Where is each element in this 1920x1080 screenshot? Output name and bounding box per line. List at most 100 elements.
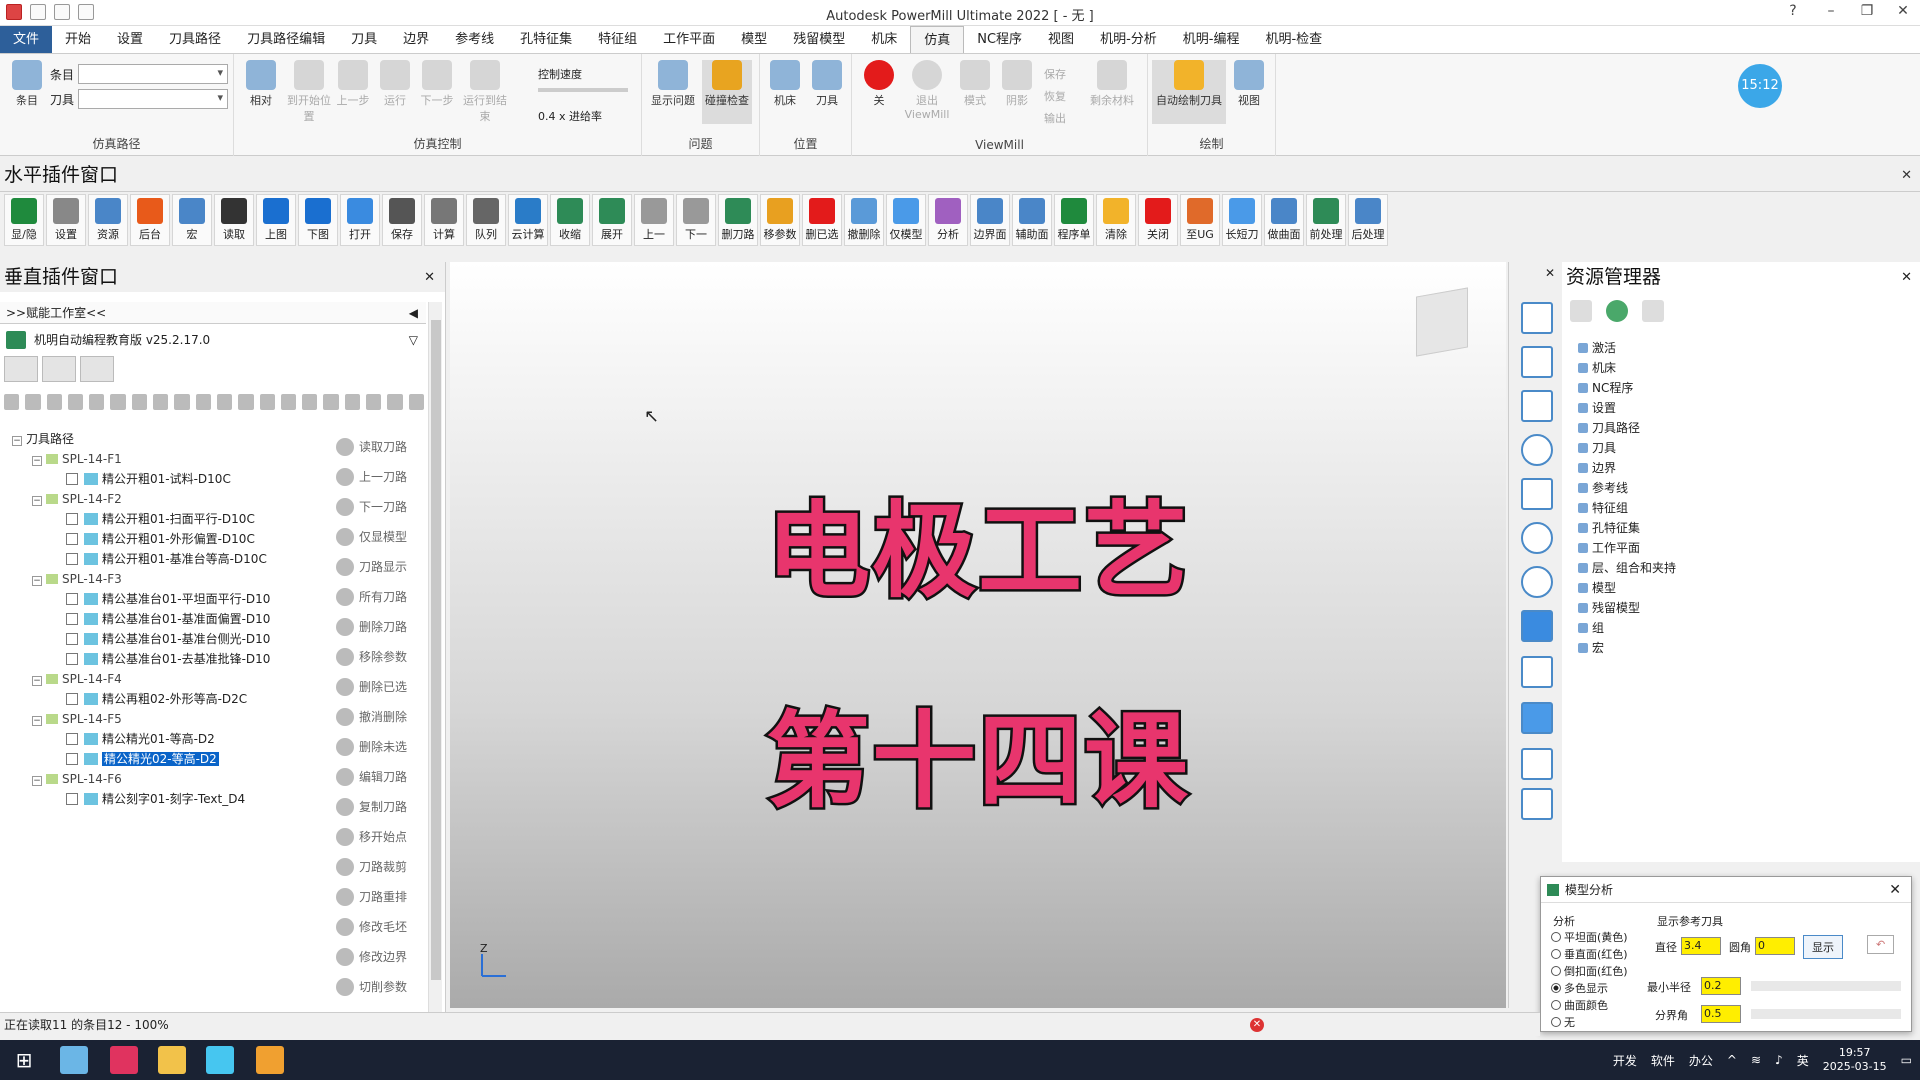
relative-button[interactable]: 相对 — [242, 60, 280, 108]
taskbar-powermill[interactable] — [256, 1046, 284, 1074]
start-icon[interactable]: ⊞ — [10, 1046, 38, 1074]
toolbar-button-22[interactable]: 分析 — [928, 194, 968, 246]
resource-item-2[interactable]: NC程序 — [1574, 378, 1676, 398]
select-arrow-icon[interactable] — [1521, 748, 1553, 780]
taskbar-app-3[interactable] — [206, 1046, 234, 1074]
toolbar-button-7[interactable]: 下图 — [298, 194, 338, 246]
toolbar-button-16[interactable]: 下一 — [676, 194, 716, 246]
tree-item[interactable]: 精公基准台01-去基准批锋-D10 — [66, 650, 270, 668]
zoom-fit-icon[interactable] — [1521, 566, 1553, 598]
toolbar-button-13[interactable]: 收缩 — [550, 194, 590, 246]
minimize-button[interactable]: – — [1816, 3, 1846, 23]
tree-item[interactable]: 精公再粗02-外形等高-D2C — [66, 690, 247, 708]
op-button-18[interactable]: 切削参数 — [336, 972, 426, 1002]
tree-item[interactable]: 精公精光01-等高-D2 — [66, 730, 215, 748]
op-button-11[interactable]: 编辑刀路 — [336, 762, 426, 792]
op-button-16[interactable]: 修改毛坯 — [336, 912, 426, 942]
tree-tool-icon-19[interactable] — [408, 394, 424, 410]
menu-tab-1[interactable]: 开始 — [52, 26, 104, 53]
menu-tab-7[interactable]: 参考线 — [442, 26, 507, 53]
op-button-13[interactable]: 移开始点 — [336, 822, 426, 852]
toolbar-button-17[interactable]: 删刀路 — [718, 194, 758, 246]
tree-tool-icon-15[interactable] — [323, 394, 339, 410]
volume-icon[interactable]: ♪ — [1775, 1053, 1783, 1067]
tab-tools[interactable] — [42, 356, 76, 382]
item-button[interactable]: 条目 — [8, 60, 46, 108]
tree-tool-icon-2[interactable] — [46, 394, 62, 410]
toolbar-button-8[interactable]: 打开 — [340, 194, 380, 246]
tree-item[interactable]: 精公开粗01-外形偏置-D10C — [66, 530, 255, 548]
menu-tab-5[interactable]: 刀具 — [338, 26, 390, 53]
menu-tab-15[interactable]: NC程序 — [964, 26, 1035, 53]
tree-tool-icon-4[interactable] — [89, 394, 105, 410]
tree-item[interactable]: 精公开粗01-基准台等高-D10C — [66, 550, 267, 568]
tree-item[interactable]: 精公开粗01-试料-D10C — [66, 470, 231, 488]
analysis-option-3[interactable]: 多色显示 — [1551, 980, 1608, 996]
op-button-1[interactable]: 上一刀路 — [336, 462, 426, 492]
zoom-box-icon[interactable] — [1521, 522, 1553, 554]
toolbar-button-12[interactable]: 云计算 — [508, 194, 548, 246]
dropdown-icon[interactable]: ▽ — [409, 328, 418, 352]
machine-button[interactable]: 机床 — [766, 60, 804, 108]
tree-item[interactable]: 精公开粗01-扫面平行-D10C — [66, 510, 255, 528]
view-iso-icon[interactable] — [1521, 390, 1553, 422]
menu-tab-13[interactable]: 机床 — [858, 26, 910, 53]
resource-item-12[interactable]: 模型 — [1574, 578, 1676, 598]
resource-item-9[interactable]: 孔特征集 — [1574, 518, 1676, 538]
ime-indicator[interactable]: 英 — [1797, 1052, 1809, 1069]
menu-tab-17[interactable]: 机明-分析 — [1087, 26, 1170, 53]
restore-small-button[interactable]: 恢复 — [1044, 88, 1066, 104]
menu-tab-2[interactable]: 设置 — [104, 26, 156, 53]
resource-item-1[interactable]: 机床 — [1574, 358, 1676, 378]
toolbar-button-2[interactable]: 资源 — [88, 194, 128, 246]
close-icon[interactable]: ✕ — [1901, 168, 1912, 183]
taskbar-explorer[interactable] — [158, 1046, 186, 1074]
op-button-4[interactable]: 刀路显示 — [336, 552, 426, 582]
tab-toolpath[interactable] — [4, 356, 38, 382]
op-button-7[interactable]: 移除参数 — [336, 642, 426, 672]
wireframe-icon[interactable] — [1521, 656, 1553, 688]
op-button-12[interactable]: 复制刀路 — [336, 792, 426, 822]
op-button-5[interactable]: 所有刀路 — [336, 582, 426, 612]
tree-group[interactable]: − SPL-14-F4 — [32, 670, 122, 688]
tree-tool-icon-5[interactable] — [110, 394, 126, 410]
op-button-6[interactable]: 删除刀路 — [336, 612, 426, 642]
toolbar-button-18[interactable]: 移参数 — [760, 194, 800, 246]
resource-item-14[interactable]: 组 — [1574, 618, 1676, 638]
exit-viewmill-button[interactable]: 退出 ViewMill — [902, 60, 952, 121]
resource-item-10[interactable]: 工作平面 — [1574, 538, 1676, 558]
menu-tab-9[interactable]: 特征组 — [585, 26, 650, 53]
tree-group[interactable]: − SPL-14-F6 — [32, 770, 122, 788]
menu-tab-0[interactable]: 文件 — [0, 26, 53, 53]
notification-icon[interactable]: ▭ — [1901, 1053, 1912, 1067]
step-back-button[interactable]: 上一步 — [334, 60, 372, 108]
op-button-2[interactable]: 下一刀路 — [336, 492, 426, 522]
op-button-17[interactable]: 修改边界 — [336, 942, 426, 972]
tree-tool-icon-11[interactable] — [238, 394, 254, 410]
tree-item[interactable]: 精公精光02-等高-D2 — [66, 750, 219, 768]
tab-settings[interactable] — [80, 356, 114, 382]
resource-item-5[interactable]: 刀具 — [1574, 438, 1676, 458]
toolbar-button-25[interactable]: 程序单 — [1054, 194, 1094, 246]
op-button-8[interactable]: 删除已选 — [336, 672, 426, 702]
min-radius-slider[interactable] — [1751, 981, 1901, 991]
toolbar-button-20[interactable]: 撤删除 — [844, 194, 884, 246]
shaded-view-icon[interactable] — [1521, 610, 1553, 642]
help-icon[interactable]: ? — [1778, 3, 1808, 23]
menu-tab-10[interactable]: 工作平面 — [650, 26, 728, 53]
resource-item-6[interactable]: 边界 — [1574, 458, 1676, 478]
tray-software[interactable]: 软件 — [1651, 1052, 1675, 1069]
analysis-option-0[interactable]: 平坦面(黄色) — [1551, 929, 1628, 945]
speed-slider[interactable] — [538, 88, 628, 92]
toolbar-button-1[interactable]: 设置 — [46, 194, 86, 246]
diameter-input[interactable]: 3.4 — [1681, 937, 1721, 955]
show-button[interactable]: 显示 — [1803, 935, 1843, 959]
tree-tool-icon-3[interactable] — [67, 394, 84, 410]
tool-button[interactable]: 刀具 — [808, 60, 846, 108]
tree-tool-icon-18[interactable] — [387, 394, 403, 410]
toolbar-button-5[interactable]: 读取 — [214, 194, 254, 246]
shading-button[interactable]: 阴影 — [998, 60, 1036, 108]
taskbar-app-1[interactable] — [60, 1046, 88, 1074]
close-button[interactable]: ✕ — [1888, 3, 1918, 23]
viewmill-off-button[interactable]: 关 — [860, 60, 898, 108]
